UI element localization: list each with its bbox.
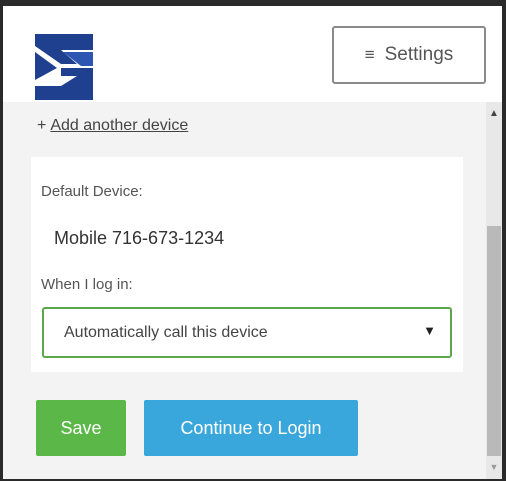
login-behavior-label: When I log in: [41, 276, 133, 293]
frame-right-border [502, 0, 506, 481]
add-device-plus: + [37, 117, 47, 134]
login-behavior-select[interactable]: Automatically call this device ▼ [42, 307, 452, 358]
default-device-value: Mobile 716-673-1234 [54, 228, 225, 248]
scroll-thumb[interactable] [487, 226, 501, 456]
settings-label: Settings [384, 44, 454, 65]
hamburger-icon: ≡ [364, 45, 375, 64]
company-logo-icon [31, 30, 97, 102]
scroll-down-arrow-icon[interactable]: ▼ [486, 461, 502, 473]
settings-button[interactable]: ≡ Settings [332, 26, 486, 84]
dropdown-arrow-icon: ▼ [423, 323, 436, 338]
login-behavior-select-value: Automatically call this device [64, 324, 268, 341]
save-button[interactable]: Save [36, 400, 126, 456]
default-device-label: Default Device: [41, 183, 143, 200]
continue-to-login-button[interactable]: Continue to Login [144, 400, 358, 456]
scroll-up-arrow-icon[interactable]: ▲ [486, 108, 502, 120]
add-device-row: + Add another device [37, 117, 188, 135]
add-device-link[interactable]: Add another device [50, 117, 188, 134]
vertical-scrollbar[interactable]: ▲ ▼ [486, 102, 502, 479]
